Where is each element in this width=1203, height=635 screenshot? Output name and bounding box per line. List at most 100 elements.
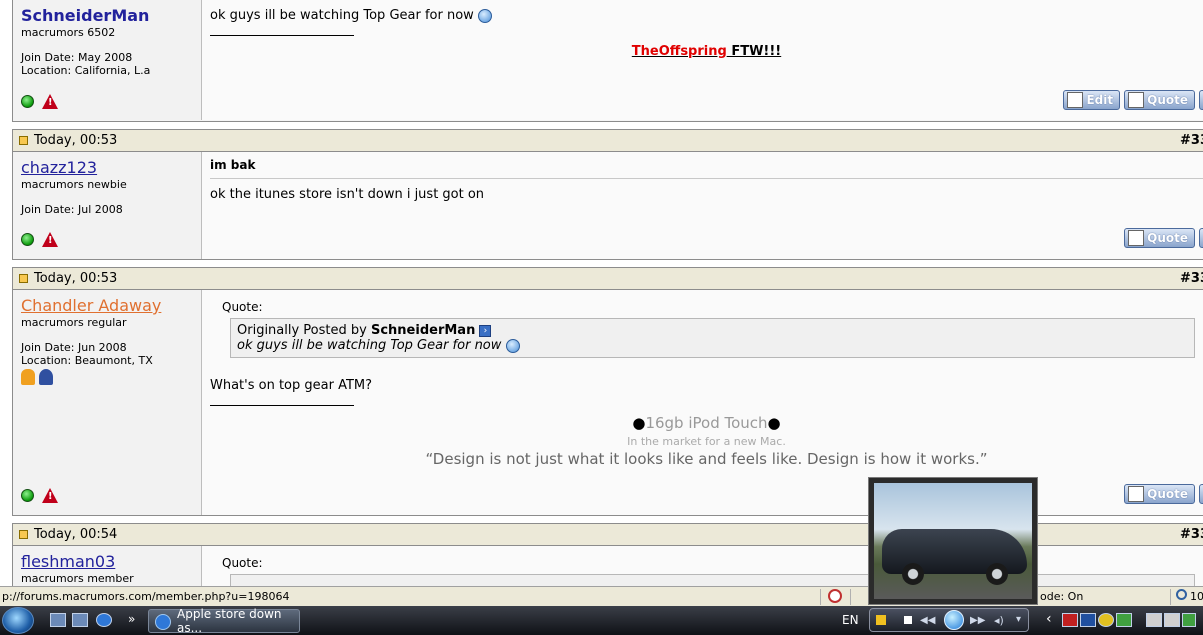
user-info: chazz123 macrumors newbie Join Date: Jul…: [13, 152, 202, 259]
internet-explorer-icon: [155, 614, 171, 630]
tray-app-icon[interactable]: [1098, 613, 1114, 627]
quote-button[interactable]: Quote: [1124, 90, 1195, 110]
quote-label: Quote:: [222, 300, 263, 314]
media-player-toolbar: ◀◀ ▶▶ ◂) ▾: [869, 608, 1029, 632]
user-badges: [21, 369, 193, 385]
user-icon: [39, 369, 53, 385]
post-actions: Quote: [1124, 228, 1203, 248]
quote-icon: [1128, 92, 1145, 108]
post-date: Today, 00:54: [34, 527, 118, 542]
popup-blocker-icon[interactable]: [828, 589, 842, 603]
volume-control-icon[interactable]: ◂): [994, 614, 1004, 627]
apple-logo-icon: ●: [632, 414, 646, 432]
status-icons: [21, 232, 58, 247]
quote-icon: [1128, 230, 1145, 246]
post-chazz123: Today, 00:53 #33 chazz123 macrumors newb…: [12, 129, 1203, 260]
quote-box: [230, 574, 1195, 586]
quote-button[interactable]: Quote: [1124, 228, 1195, 248]
network-icon[interactable]: [1146, 613, 1162, 627]
join-date: Join Date: Jun 2008: [21, 341, 127, 354]
post-date: Today, 00:53: [34, 271, 118, 286]
online-status-icon: [21, 489, 34, 502]
user-title: macrumors regular: [21, 316, 127, 329]
quote-button[interactable]: Quote: [1124, 484, 1195, 504]
car-wheel: [986, 563, 1008, 585]
username-link[interactable]: chazz123: [21, 158, 193, 177]
switch-windows-icon[interactable]: [72, 613, 88, 627]
language-indicator[interactable]: EN: [842, 613, 859, 627]
username-link[interactable]: Chandler Adaway: [21, 296, 193, 315]
protected-mode-text: ode: On: [1040, 590, 1084, 603]
message-text: ok the itunes store isn't down i just go…: [210, 187, 485, 202]
media-restore-icon[interactable]: [876, 615, 886, 625]
user-title: macrumors newbie: [21, 178, 127, 191]
signature-divider: [210, 405, 354, 406]
stop-icon[interactable]: [904, 616, 912, 624]
post-number[interactable]: #33: [1180, 133, 1203, 148]
quote-label: Quote:: [222, 556, 263, 570]
show-desktop-icon[interactable]: [50, 613, 66, 627]
message-text: What's on top gear ATM?: [210, 378, 373, 393]
tray-expand-icon[interactable]: ‹: [1046, 611, 1052, 627]
join-date: Join Date: Jul 2008: [21, 203, 123, 216]
signature-line-1: ●16gb iPod Touch●: [632, 414, 781, 432]
apple-logo-icon: ●: [767, 414, 781, 432]
smiley-icon: [505, 338, 520, 353]
multiquote-button[interactable]: [1199, 484, 1203, 504]
runner-icon: [21, 369, 35, 385]
user-info: Chandler Adaway macrumors regular Join D…: [13, 290, 202, 515]
post-number[interactable]: #33: [1180, 271, 1203, 286]
signature-line-2: In the market for a new Mac.: [627, 435, 786, 448]
post-status-icon: [19, 274, 28, 283]
post-actions: Edit Quote: [1063, 90, 1203, 110]
zoom-level[interactable]: 10: [1190, 590, 1203, 603]
status-icons: [21, 94, 58, 109]
car-wheel: [902, 563, 924, 585]
report-post-icon[interactable]: [42, 94, 58, 109]
signature-divider: [210, 35, 354, 36]
user-info: SchneiderMan macrumors 6502 Join Date: M…: [13, 0, 202, 120]
next-icon[interactable]: ▶▶: [970, 615, 985, 626]
quote-text: ok guys ill be watching Top Gear for now: [237, 338, 1188, 353]
post-number[interactable]: #33: [1180, 527, 1203, 542]
quote-author: SchneiderMan: [370, 323, 476, 338]
media-menu-icon[interactable]: ▾: [1016, 614, 1021, 625]
post-header: Today, 00:53 #33: [13, 130, 1203, 152]
previous-icon[interactable]: ◀◀: [920, 615, 935, 626]
location: Location: California, L.a: [21, 64, 151, 77]
post-schneiderman: SchneiderMan macrumors 6502 Join Date: M…: [12, 0, 1203, 122]
quote-icon: [1128, 486, 1145, 502]
multiquote-button[interactable]: [1199, 90, 1203, 110]
start-button[interactable]: [2, 607, 34, 634]
signature: TheOffspring FTW!!!: [631, 44, 782, 59]
quicklaunch-chevron-icon[interactable]: »: [128, 612, 135, 626]
edit-button[interactable]: Edit: [1063, 90, 1121, 110]
post-status-icon: [19, 136, 28, 145]
zoom-icon[interactable]: [1176, 589, 1187, 600]
internet-explorer-icon[interactable]: [96, 613, 112, 627]
message-title: im bak: [210, 158, 1203, 179]
quote-attribution: Originally Posted by SchneiderMan ›: [237, 323, 1188, 338]
taskbar-window-button[interactable]: Apple store down as...: [148, 607, 300, 635]
message-body: ok guys ill be watching Top Gear for now…: [202, 0, 1203, 120]
view-post-arrow-icon[interactable]: ›: [479, 324, 492, 337]
user-info: fleshman03 macrumors member: [13, 546, 202, 586]
media-thumbnail-preview[interactable]: [868, 477, 1038, 605]
volume-icon[interactable]: [1164, 613, 1180, 627]
quote-box: Originally Posted by SchneiderMan › ok g…: [230, 318, 1195, 358]
tray-app-icon[interactable]: [1080, 613, 1096, 627]
username-link[interactable]: SchneiderMan: [21, 6, 193, 25]
username-link[interactable]: fleshman03: [21, 552, 193, 571]
post-header: Today, 00:53 #33: [13, 268, 1203, 290]
online-status-icon: [21, 95, 34, 108]
report-post-icon[interactable]: [42, 232, 58, 247]
tray-app-icon[interactable]: [1062, 613, 1078, 627]
signature-link[interactable]: TheOffspring: [632, 44, 727, 59]
message-body: im bak ok the itunes store isn't down i …: [202, 152, 1203, 259]
play-button[interactable]: [944, 610, 964, 630]
battery-icon[interactable]: [1182, 613, 1196, 627]
tray-app-icon[interactable]: [1116, 613, 1132, 627]
join-date: Join Date: May 2008: [21, 51, 133, 64]
report-post-icon[interactable]: [42, 488, 58, 503]
multiquote-button[interactable]: [1199, 228, 1203, 248]
